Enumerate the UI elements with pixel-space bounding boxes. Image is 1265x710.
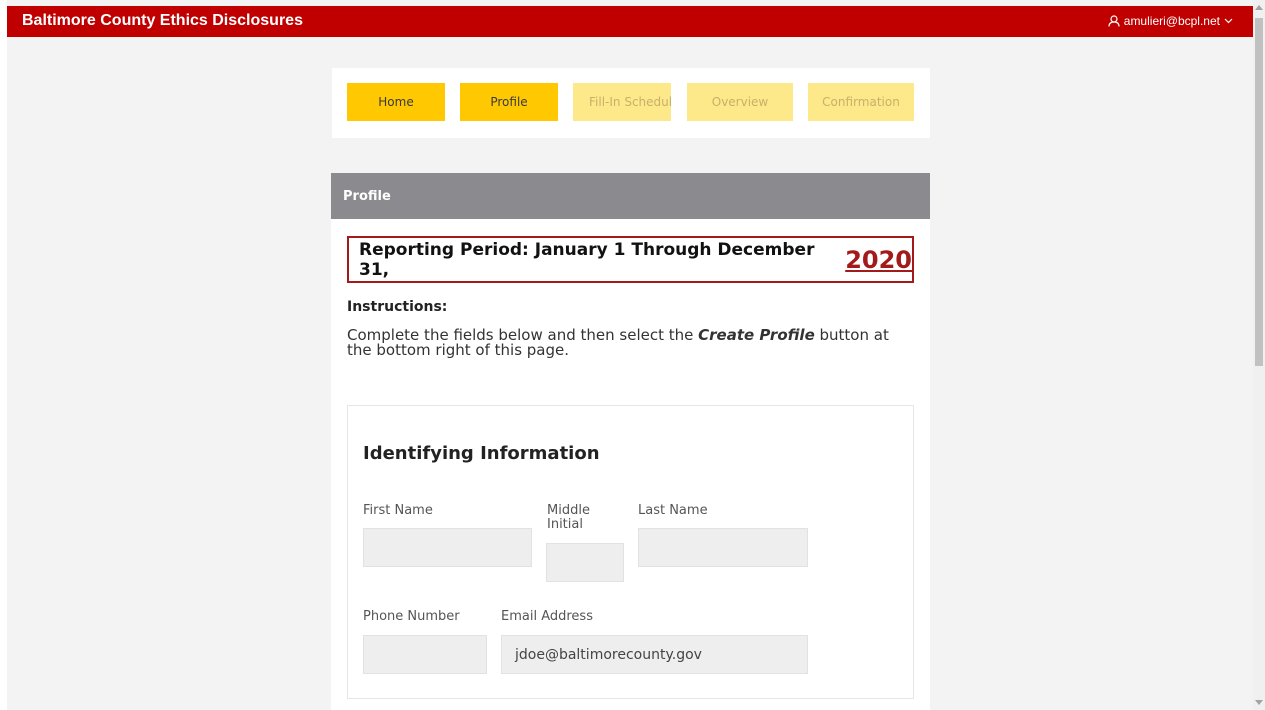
window-edge xyxy=(0,0,7,710)
profile-panel-header: Profile xyxy=(331,173,930,219)
user-icon xyxy=(1108,15,1120,27)
user-menu[interactable]: amulieri@bcpl.net xyxy=(1108,14,1233,28)
top-navbar: Baltimore County Ethics Disclosures amul… xyxy=(7,6,1253,37)
reporting-period-box: Reporting Period: January 1 Through Dece… xyxy=(347,236,914,283)
panel-title: Profile xyxy=(343,189,391,204)
scroll-down-arrow[interactable] xyxy=(1255,700,1263,705)
last-name-field[interactable] xyxy=(638,528,808,567)
instructions-text: Complete the fields below and then selec… xyxy=(347,328,907,358)
step-fill-in-schedules: Fill-In Schedul xyxy=(573,83,671,121)
step-home[interactable]: Home xyxy=(347,83,445,121)
app-title[interactable]: Baltimore County Ethics Disclosures xyxy=(22,12,303,30)
middle-initial-field[interactable] xyxy=(546,543,624,582)
last-name-label: Last Name xyxy=(638,503,708,518)
step-profile[interactable]: Profile xyxy=(460,83,558,121)
scroll-thumb[interactable] xyxy=(1255,18,1263,366)
step-overview: Overview xyxy=(687,83,793,121)
chevron-down-icon xyxy=(1224,18,1233,24)
progress-stepper: Home Profile Fill-In Schedul Overview Co… xyxy=(332,68,930,138)
profile-panel-body: Reporting Period: January 1 Through Dece… xyxy=(331,219,930,710)
section-title: Identifying Information xyxy=(363,443,600,464)
instructions-title: Instructions: xyxy=(347,299,448,315)
reporting-year: 2020 xyxy=(845,245,912,274)
instructions-emphasis: Create Profile xyxy=(698,326,815,344)
phone-number-label: Phone Number xyxy=(363,609,460,624)
reporting-period-text: Reporting Period: January 1 Through Dece… xyxy=(359,239,815,280)
middle-initial-label: Middle Initial xyxy=(547,503,590,532)
first-name-field[interactable] xyxy=(363,528,532,567)
step-confirmation: Confirmation xyxy=(808,83,914,121)
user-email: amulieri@bcpl.net xyxy=(1123,14,1220,28)
page-scrollbar[interactable] xyxy=(1253,0,1265,710)
scroll-up-arrow[interactable] xyxy=(1255,5,1263,10)
identifying-info-card: Identifying Information First Name Middl… xyxy=(347,405,914,699)
phone-number-field[interactable] xyxy=(363,635,487,674)
email-address-field[interactable]: jdoe@baltimorecounty.gov xyxy=(501,635,808,674)
email-address-label: Email Address xyxy=(501,609,593,624)
first-name-label: First Name xyxy=(363,503,433,518)
